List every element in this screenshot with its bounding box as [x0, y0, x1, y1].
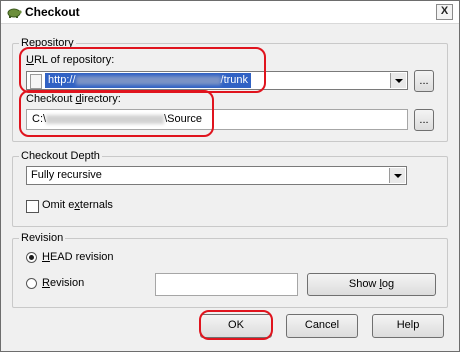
url-value: http:///trunk [45, 73, 252, 88]
tortoise-icon [7, 8, 22, 18]
checkout-dialog: Checkout X Repository URL of repository:… [0, 0, 460, 352]
head-revision-radio[interactable] [26, 252, 37, 263]
omit-externals-label[interactable]: Omit externals [42, 199, 113, 211]
url-combobox[interactable]: http:///trunk [26, 71, 408, 90]
checkout-depth-group: Checkout Depth [12, 150, 448, 227]
show-log-button[interactable]: Show log [307, 273, 436, 296]
url-label: URL of repository: [26, 54, 115, 66]
head-revision-label[interactable]: HEAD revision [42, 251, 114, 263]
chevron-down-icon[interactable] [390, 73, 406, 88]
chevron-down-icon[interactable] [389, 168, 405, 183]
checkout-directory-value: C:\ \Source [32, 113, 202, 125]
close-icon: X [440, 5, 449, 17]
revision-label[interactable]: Revision [42, 277, 84, 289]
cancel-button[interactable]: Cancel [286, 314, 358, 338]
checkout-depth-legend: Checkout Depth [21, 150, 100, 162]
ok-button[interactable]: OK [200, 314, 272, 338]
omit-externals-checkbox[interactable] [26, 200, 39, 213]
document-icon [30, 74, 42, 89]
browse-repository-button[interactable]: ... [414, 70, 434, 92]
checkout-directory-input[interactable]: C:\ \Source [26, 109, 408, 130]
close-button[interactable]: X [436, 4, 453, 20]
revision-legend: Revision [21, 232, 64, 244]
revision-input[interactable] [155, 273, 298, 296]
window-title: Checkout [25, 5, 80, 19]
revision-radio[interactable] [26, 278, 37, 289]
browse-directory-button[interactable]: ... [414, 109, 434, 131]
depth-selected-value: Fully recursive [31, 169, 102, 181]
help-button[interactable]: Help [372, 314, 444, 338]
redacted-path [46, 114, 165, 124]
revision-group: Revision [12, 232, 448, 308]
depth-combobox[interactable]: Fully recursive [26, 166, 407, 185]
repository-legend: Repository [21, 37, 74, 49]
checkout-directory-label: Checkout directory: [26, 93, 121, 105]
title-bar[interactable]: Checkout X [1, 1, 459, 24]
redacted-url [75, 75, 221, 85]
